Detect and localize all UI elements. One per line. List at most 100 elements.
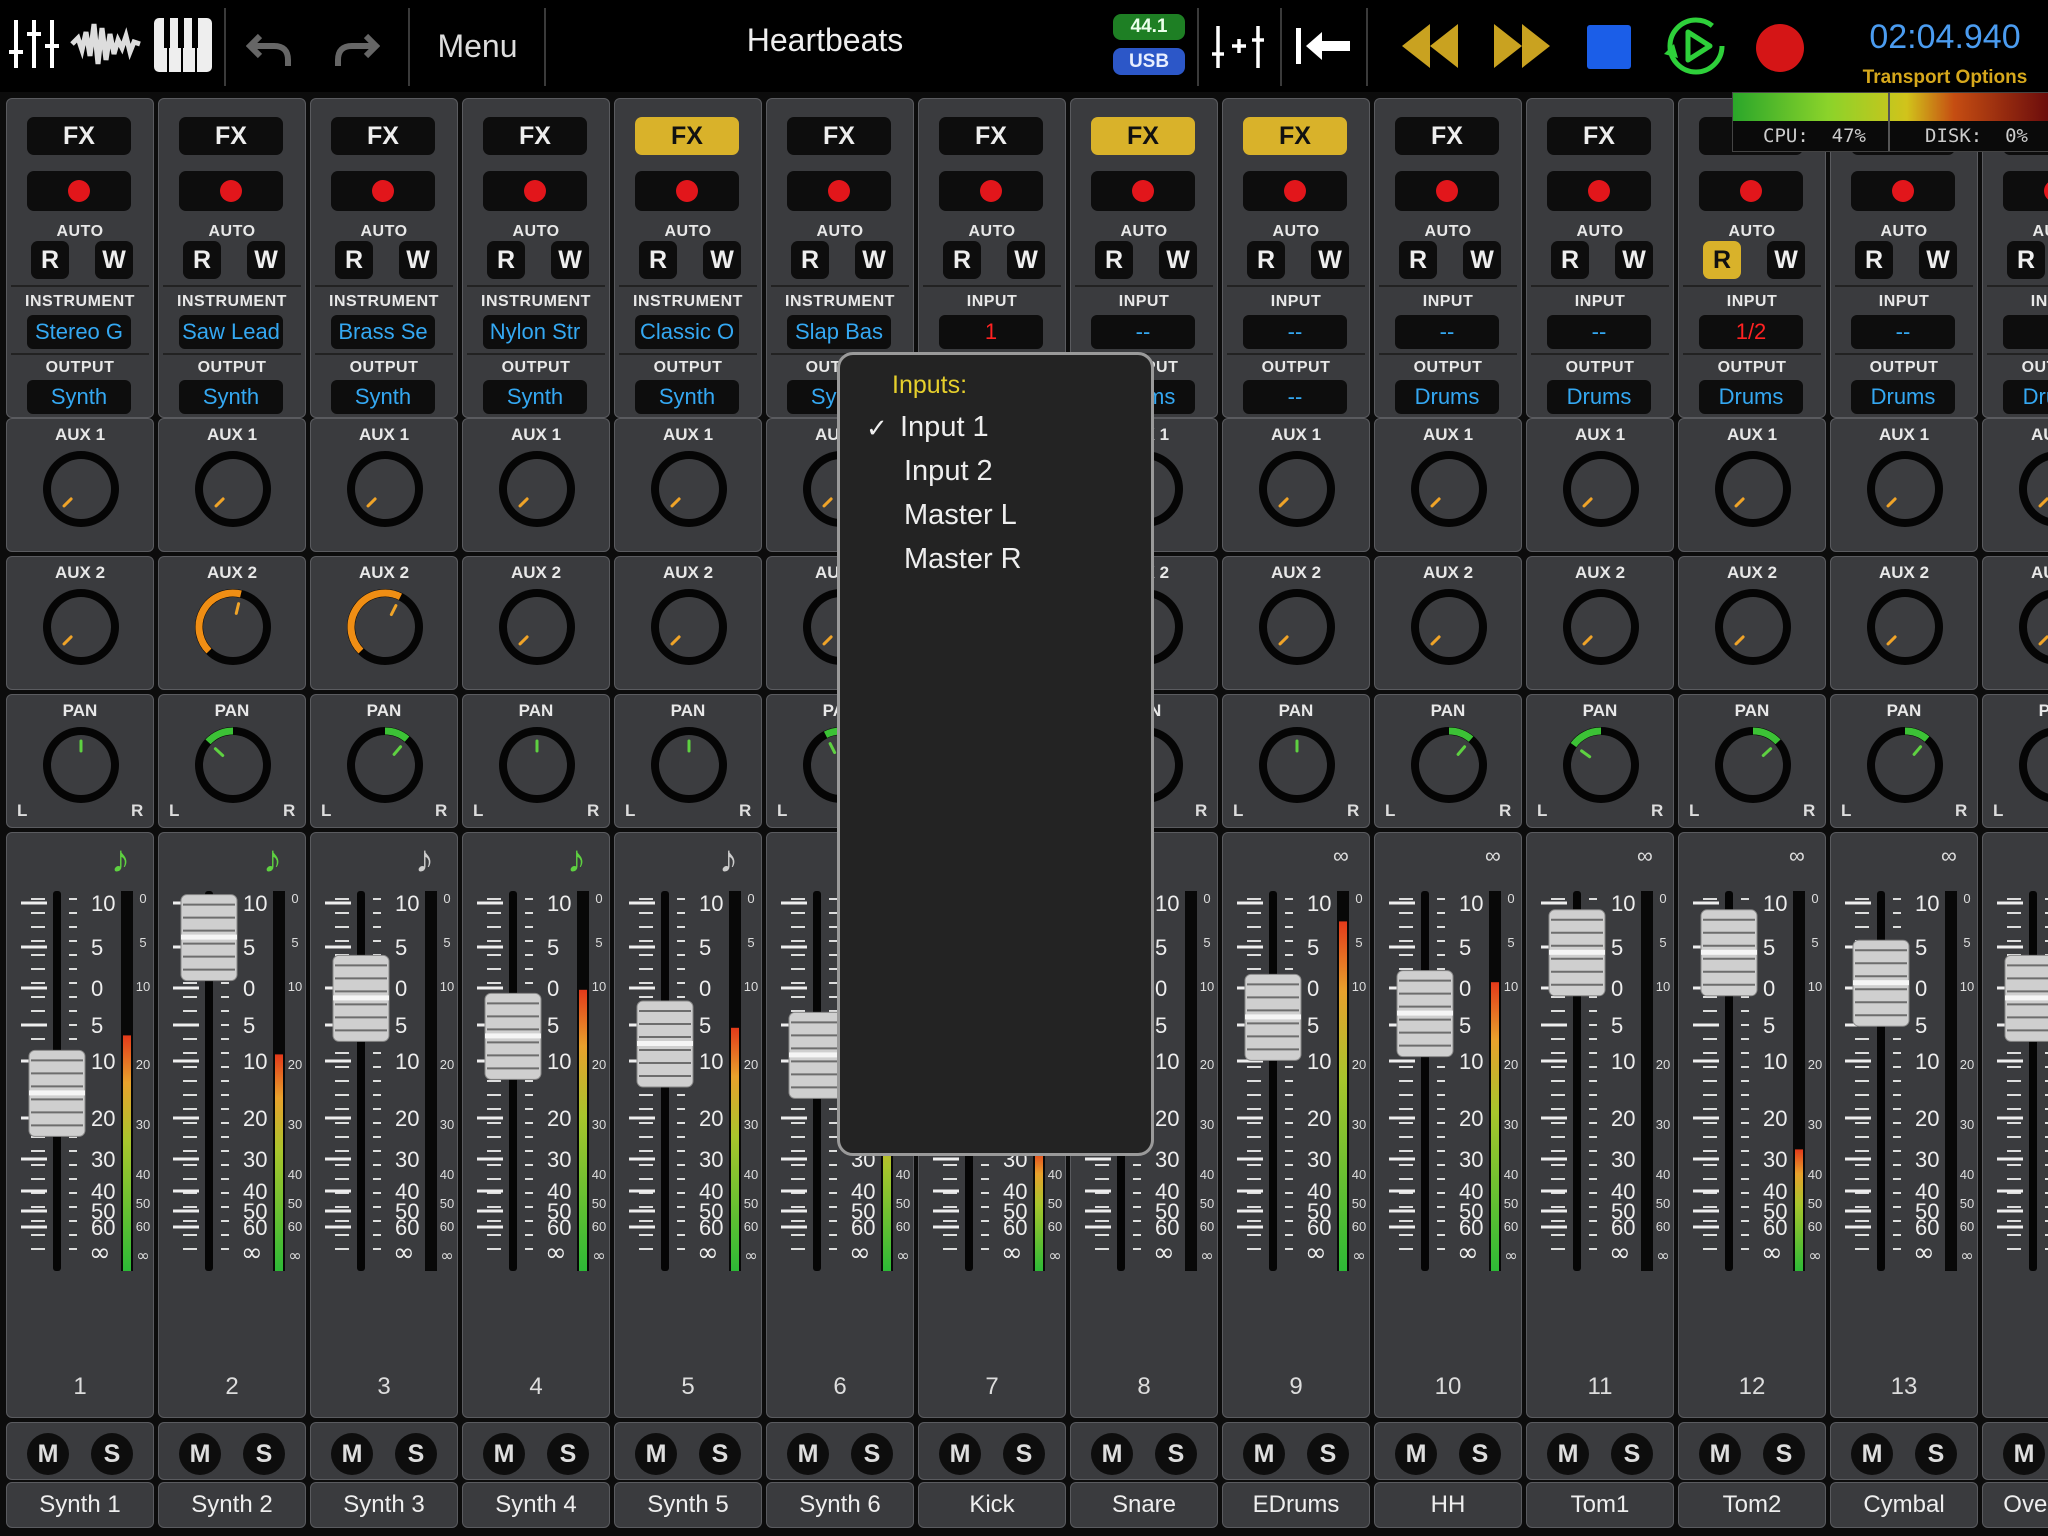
- track-name[interactable]: Kick: [918, 1482, 1066, 1528]
- menu-button[interactable]: Menu: [420, 18, 535, 74]
- fader-handle[interactable]: [636, 1000, 694, 1088]
- automation-write-button[interactable]: W: [1159, 241, 1197, 279]
- fader-handle[interactable]: [180, 894, 238, 982]
- volume-fader[interactable]: 10505102030405060∞05102030405060∞: [7, 855, 153, 1295]
- pan-knob[interactable]: [2017, 725, 2048, 805]
- output-selector[interactable]: Drums: [1851, 380, 1955, 414]
- record-arm-button[interactable]: [1395, 171, 1499, 211]
- volume-fader[interactable]: 10505102030405060∞05102030405060∞: [1679, 855, 1825, 1295]
- automation-write-button[interactable]: W: [551, 241, 589, 279]
- mute-button[interactable]: M: [787, 1433, 829, 1475]
- aux2-knob[interactable]: [41, 587, 121, 667]
- fader-handle[interactable]: [1852, 939, 1910, 1027]
- aux1-knob[interactable]: [1561, 449, 1641, 529]
- aux1-knob[interactable]: [41, 449, 121, 529]
- record-arm-button[interactable]: [483, 171, 587, 211]
- pan-knob[interactable]: [345, 725, 425, 805]
- output-selector[interactable]: Drums: [1547, 380, 1651, 414]
- record-arm-button[interactable]: [179, 171, 283, 211]
- fader-handle[interactable]: [332, 954, 390, 1042]
- mute-button[interactable]: M: [1547, 1433, 1589, 1475]
- fader-handle[interactable]: [2004, 954, 2048, 1042]
- pan-knob[interactable]: [1561, 725, 1641, 805]
- rewind-icon[interactable]: [1400, 22, 1460, 70]
- source-selector[interactable]: --: [1091, 315, 1195, 349]
- aux2-knob[interactable]: [193, 587, 273, 667]
- aux1-knob[interactable]: [1409, 449, 1489, 529]
- fader-handle[interactable]: [1244, 973, 1302, 1061]
- pan-knob[interactable]: [1409, 725, 1489, 805]
- output-selector[interactable]: Synth: [179, 380, 283, 414]
- automation-write-button[interactable]: W: [1615, 241, 1653, 279]
- fx-button[interactable]: FX: [179, 117, 283, 155]
- automation-write-button[interactable]: W: [247, 241, 285, 279]
- mute-button[interactable]: M: [635, 1433, 677, 1475]
- solo-button[interactable]: S: [91, 1433, 133, 1475]
- automation-write-button[interactable]: W: [1311, 241, 1349, 279]
- track-name[interactable]: Tom1: [1526, 1482, 1674, 1528]
- track-name[interactable]: HH: [1374, 1482, 1522, 1528]
- mute-button[interactable]: M: [331, 1433, 373, 1475]
- source-selector[interactable]: 1: [939, 315, 1043, 349]
- fx-button[interactable]: FX: [787, 117, 891, 155]
- record-arm-button[interactable]: [1547, 171, 1651, 211]
- record-arm-button[interactable]: [1699, 171, 1803, 211]
- source-selector[interactable]: --: [1851, 315, 1955, 349]
- volume-fader[interactable]: 10505102030405060∞05102030405060∞: [1983, 855, 2048, 1295]
- output-selector[interactable]: Synth: [331, 380, 435, 414]
- master-l-option[interactable]: Master L: [904, 499, 1017, 532]
- track-name[interactable]: Synth 1: [6, 1482, 154, 1528]
- mute-button[interactable]: M: [27, 1433, 69, 1475]
- source-selector[interactable]: --: [1243, 315, 1347, 349]
- output-selector[interactable]: Drums: [1395, 380, 1499, 414]
- fx-button[interactable]: FX: [483, 117, 587, 155]
- track-name[interactable]: EDrums: [1222, 1482, 1370, 1528]
- automation-write-button[interactable]: W: [1007, 241, 1045, 279]
- record-arm-button[interactable]: [939, 171, 1043, 211]
- aux1-knob[interactable]: [649, 449, 729, 529]
- sample-rate-badge[interactable]: 44.1: [1113, 14, 1185, 40]
- volume-fader[interactable]: 10505102030405060∞05102030405060∞: [159, 855, 305, 1295]
- automation-read-button[interactable]: R: [1551, 241, 1589, 279]
- automation-read-button[interactable]: R: [1855, 241, 1893, 279]
- aux2-knob[interactable]: [345, 587, 425, 667]
- pan-knob[interactable]: [1713, 725, 1793, 805]
- solo-button[interactable]: S: [1763, 1433, 1805, 1475]
- mute-button[interactable]: M: [939, 1433, 981, 1475]
- solo-button[interactable]: S: [1155, 1433, 1197, 1475]
- track-name[interactable]: Overhead: [1982, 1482, 2048, 1528]
- source-selector[interactable]: Classic O: [635, 315, 739, 349]
- automation-read-button[interactable]: R: [1095, 241, 1133, 279]
- solo-button[interactable]: S: [547, 1433, 589, 1475]
- fader-handle[interactable]: [1700, 909, 1758, 997]
- pan-knob[interactable]: [1865, 725, 1945, 805]
- volume-fader[interactable]: 10505102030405060∞05102030405060∞: [311, 855, 457, 1295]
- automation-read-button[interactable]: R: [791, 241, 829, 279]
- undo-icon[interactable]: [246, 26, 294, 70]
- aux2-knob[interactable]: [1713, 587, 1793, 667]
- solo-button[interactable]: S: [1611, 1433, 1653, 1475]
- fader-handle[interactable]: [28, 1049, 86, 1137]
- solo-button[interactable]: S: [243, 1433, 285, 1475]
- aux1-knob[interactable]: [1865, 449, 1945, 529]
- track-name[interactable]: Tom2: [1678, 1482, 1826, 1528]
- track-name[interactable]: Synth 4: [462, 1482, 610, 1528]
- redo-icon[interactable]: [332, 26, 380, 70]
- fx-button[interactable]: FX: [1091, 117, 1195, 155]
- output-selector[interactable]: --: [1243, 380, 1347, 414]
- aux2-knob[interactable]: [2017, 587, 2048, 667]
- piano-icon[interactable]: [152, 14, 214, 76]
- record-icon[interactable]: [1754, 22, 1806, 74]
- mute-button[interactable]: M: [483, 1433, 525, 1475]
- mute-button[interactable]: M: [1851, 1433, 1893, 1475]
- record-arm-button[interactable]: [331, 171, 435, 211]
- output-selector[interactable]: Synth: [27, 380, 131, 414]
- record-arm-button[interactable]: [27, 171, 131, 211]
- interface-badge[interactable]: USB: [1113, 48, 1185, 75]
- mute-button[interactable]: M: [2003, 1433, 2045, 1475]
- automation-read-button[interactable]: R: [31, 241, 69, 279]
- automation-write-button[interactable]: W: [399, 241, 437, 279]
- track-name[interactable]: Synth 6: [766, 1482, 914, 1528]
- automation-write-button[interactable]: W: [855, 241, 893, 279]
- track-name[interactable]: Snare: [1070, 1482, 1218, 1528]
